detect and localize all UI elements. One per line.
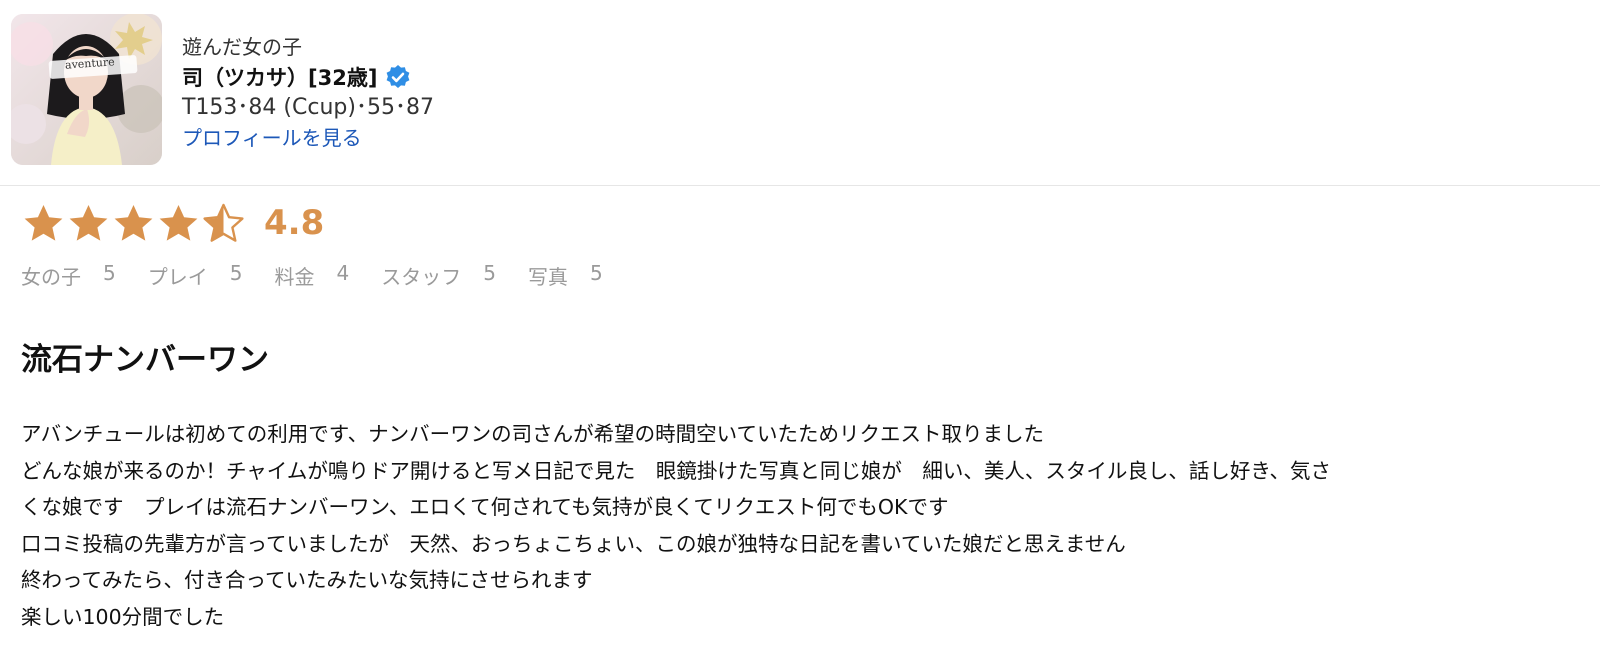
star-full-icon bbox=[66, 202, 111, 244]
subscore-play: プレイ 5 bbox=[148, 261, 243, 290]
review-body: アバンチュールは初めての利用です、ナンバーワンの司さんが希望の時間空いていたため… bbox=[21, 416, 1591, 635]
subscore-price: 料金 4 bbox=[274, 261, 349, 290]
girl-name: 司（ツカサ）[32歳] bbox=[182, 66, 378, 90]
verified-check-icon bbox=[385, 64, 411, 90]
subscore-label: 女の子 bbox=[21, 264, 81, 289]
girl-info: 遊んだ女の子 司（ツカサ）[32歳] T153･84 (Ccup)･55･87 … bbox=[182, 32, 434, 153]
subscore-value: 5 bbox=[229, 260, 243, 285]
name-row: 司（ツカサ）[32歳] bbox=[182, 62, 434, 92]
rating-row: 4.8 bbox=[21, 202, 324, 244]
review-line: 楽しい100分間でした bbox=[21, 604, 225, 629]
subscore-label: 写真 bbox=[527, 264, 568, 289]
review-title: 流石ナンバーワン bbox=[21, 342, 269, 378]
subscore-value: 5 bbox=[103, 260, 116, 285]
rating-score: 4.8 bbox=[264, 203, 325, 243]
subscore-value: 4 bbox=[336, 260, 350, 285]
girl-photo[interactable]: aventure bbox=[11, 14, 162, 165]
star-full-icon bbox=[156, 202, 201, 244]
subscore-list: 女の子 5 プレイ 5 料金 4 スタッフ 5 写真 5 bbox=[21, 260, 635, 290]
subscore-girl: 女の子 5 bbox=[21, 261, 116, 290]
subscore-value: 5 bbox=[483, 260, 496, 285]
subscore-photo: 写真 5 bbox=[528, 261, 603, 290]
girl-photo-image bbox=[11, 14, 162, 165]
subscore-label: プレイ bbox=[147, 264, 208, 289]
subscore-label: スタッフ bbox=[381, 264, 462, 289]
review-line: アバンチュールは初めての利用です、ナンバーワンの司さんが希望の時間空いていたため… bbox=[21, 422, 1044, 446]
review-line: どんな娘が来るのか！チャイムが鳴りドア開けると写メ日記で見た 眼鏡掛けた写真と同… bbox=[21, 458, 1331, 483]
reviewed-girl-card: aventure 遊んだ女の子 司（ツカサ）[32歳] T153･84 (Ccu… bbox=[0, 0, 1600, 186]
girl-measurements: T153･84 (Ccup)･55･87 bbox=[182, 95, 434, 120]
review-line: 口コミ投稿の先輩方が言っていましたが 天然、おっちょこちょい、この娘が独特な日記… bbox=[21, 531, 1126, 556]
review-line: くな娘です プレイは流石ナンバーワン、エロくて何されても気持が良くてリクエスト何… bbox=[21, 495, 949, 519]
star-full-icon bbox=[21, 202, 66, 244]
reviewed-girl-label: 遊んだ女の子 bbox=[182, 35, 302, 59]
subscore-label: 料金 bbox=[274, 264, 315, 289]
view-profile-link[interactable]: プロフィールを見る bbox=[182, 123, 362, 153]
star-full-icon bbox=[111, 202, 156, 244]
review-line: 終わってみたら、付き合っていたみたいな気持にさせられます bbox=[21, 568, 593, 592]
subscore-staff: スタッフ 5 bbox=[381, 261, 496, 290]
subscore-value: 5 bbox=[589, 260, 603, 285]
star-half-icon bbox=[201, 202, 246, 244]
